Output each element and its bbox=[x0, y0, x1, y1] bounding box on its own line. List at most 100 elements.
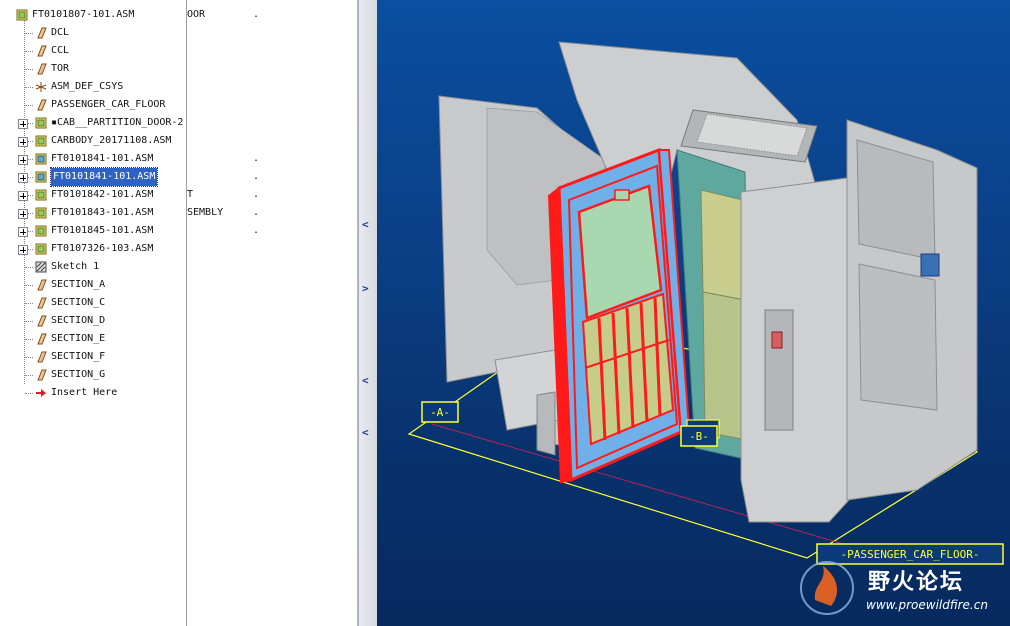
datum-plane-icon bbox=[35, 99, 47, 111]
cab-interior-panel bbox=[702, 291, 748, 441]
collapse-left-arrow-icon[interactable]: < bbox=[362, 374, 369, 387]
expand-right-arrow-icon[interactable]: > bbox=[362, 282, 369, 295]
datum-plane-icon bbox=[35, 315, 47, 327]
assembly-icon bbox=[35, 117, 47, 129]
model-tree-columns: OOR... T. SEMBLY.. bbox=[187, 0, 358, 626]
tree-item-label: SECTION_D bbox=[51, 315, 106, 326]
datum-plane-icon bbox=[35, 369, 47, 381]
tree-item[interactable]: Sketch 1 bbox=[0, 258, 186, 276]
watermark-url: www.proewildfire.cn bbox=[866, 598, 988, 612]
tree-item-label: FT0101841-101.ASM bbox=[49, 167, 159, 187]
datum-tag-a[interactable]: -A- bbox=[421, 401, 459, 423]
tree-column-cell: . bbox=[253, 171, 260, 182]
tree-item[interactable]: FT0101842-101.ASM bbox=[0, 186, 186, 204]
tree-item[interactable]: PASSENGER_CAR_FLOOR bbox=[0, 96, 186, 114]
expand-icon[interactable] bbox=[18, 119, 28, 129]
assembly-icon bbox=[35, 243, 47, 255]
tree-item[interactable]: SECTION_C bbox=[0, 294, 186, 312]
expand-icon[interactable] bbox=[18, 155, 28, 165]
tree-item-selected[interactable]: FT0101841-101.ASM bbox=[0, 167, 186, 187]
assembly-icon bbox=[35, 189, 47, 201]
tree-item[interactable]: ASM_DEF_CSYS bbox=[0, 78, 186, 96]
tree-column-cell: . bbox=[253, 225, 260, 236]
datum-label-a: -A- bbox=[430, 406, 450, 419]
csys-icon bbox=[35, 81, 47, 93]
expand-icon[interactable] bbox=[18, 227, 28, 237]
tree-item[interactable]: SECTION_D bbox=[0, 312, 186, 330]
expand-icon[interactable] bbox=[18, 245, 28, 255]
tree-item-label: FT0101842-101.ASM bbox=[51, 189, 154, 200]
datum-plane-icon bbox=[35, 351, 47, 363]
tree-item[interactable]: FT0101841-101.ASM bbox=[0, 150, 186, 168]
assembly-variant-icon bbox=[35, 153, 47, 165]
assembly-icon bbox=[35, 225, 47, 237]
tree-column-cell: . bbox=[253, 153, 260, 164]
datum-plane-icon bbox=[35, 333, 47, 345]
tree-item[interactable]: DCL bbox=[0, 24, 186, 42]
tree-item-label: PASSENGER_CAR_FLOOR bbox=[51, 99, 166, 110]
tree-item-label: FT0101843-101.ASM bbox=[51, 207, 154, 218]
tree-item[interactable]: SECTION_F bbox=[0, 348, 186, 366]
tree-item-label: FT0107326-103.ASM bbox=[51, 243, 154, 254]
tree-item[interactable]: FT0101845-101.ASM bbox=[0, 222, 186, 240]
tree-column-cell: SEMBLY bbox=[187, 207, 224, 218]
tree-item-label: SECTION_A bbox=[51, 279, 106, 290]
tree-item[interactable]: TOR bbox=[0, 60, 186, 78]
tree-column-cell: . bbox=[253, 189, 260, 200]
datum-plane-icon bbox=[35, 297, 47, 309]
panel-splitter[interactable]: < > < < bbox=[358, 0, 377, 626]
tree-item-label: SECTION_C bbox=[51, 297, 106, 308]
emergency-handle bbox=[771, 331, 783, 349]
tree-item[interactable]: ▪CAB__PARTITION_DOOR-2 bbox=[0, 114, 186, 132]
expand-icon[interactable] bbox=[18, 191, 28, 201]
tree-item-label: FT0101841-101.ASM bbox=[51, 153, 154, 164]
expand-icon[interactable] bbox=[18, 137, 28, 147]
tree-column-cell: . bbox=[253, 9, 260, 20]
assembly-icon bbox=[35, 135, 47, 147]
tree-root-item[interactable]: FT0101807-101.ASM bbox=[0, 6, 186, 24]
tree-item-label: Insert Here bbox=[51, 387, 118, 398]
left-lower-panel bbox=[536, 391, 556, 456]
tree-item[interactable]: CCL bbox=[0, 42, 186, 60]
tree-item-label: CCL bbox=[51, 45, 70, 56]
right-wall-panel bbox=[858, 263, 938, 411]
tree-item[interactable]: SECTION_A bbox=[0, 276, 186, 294]
tree-item-label: FT0101807-101.ASM bbox=[32, 9, 135, 20]
tree-column-cell: OOR bbox=[187, 9, 206, 20]
tree-item-label: FT0101845-101.ASM bbox=[51, 225, 154, 236]
tree-item-label: DCL bbox=[51, 27, 70, 38]
collapse-left-arrow-icon[interactable]: < bbox=[362, 426, 369, 439]
tree-item[interactable]: FT0107326-103.ASM bbox=[0, 240, 186, 258]
graphics-viewport[interactable]: -A- -B- -PASSENGER_CAR_FLOOR- bbox=[377, 0, 1010, 626]
tree-item[interactable]: SECTION_G bbox=[0, 366, 186, 384]
assembly-3d-model[interactable]: -A- -B- -PASSENGER_CAR_FLOOR- bbox=[377, 0, 1010, 626]
sketch-icon bbox=[35, 261, 47, 273]
datum-label-floor: -PASSENGER_CAR_FLOOR- bbox=[840, 548, 979, 561]
selected-door-assembly[interactable] bbox=[547, 147, 691, 484]
right-front-wall bbox=[740, 177, 850, 523]
assembly-icon bbox=[16, 9, 28, 21]
tree-item[interactable]: SECTION_E bbox=[0, 330, 186, 348]
collapse-left-arrow-icon[interactable]: < bbox=[362, 218, 369, 231]
tree-item[interactable]: FT0101843-101.ASM bbox=[0, 204, 186, 222]
tree-column-cell: . bbox=[253, 207, 260, 218]
datum-tag-b[interactable]: -B- bbox=[680, 419, 720, 447]
tree-item-label: CARBODY_20171108.ASM bbox=[51, 135, 172, 146]
assembly-icon bbox=[35, 207, 47, 219]
tree-item[interactable]: CARBODY_20171108.ASM bbox=[0, 132, 186, 150]
datum-label-b: -B- bbox=[689, 430, 709, 443]
tree-item-label: TOR bbox=[51, 63, 70, 74]
door-handle-plate bbox=[614, 189, 630, 201]
watermark-title: 野火论坛 bbox=[868, 570, 965, 595]
tree-item-label: ▪CAB__PARTITION_DOOR-2 bbox=[51, 117, 184, 128]
tree-item[interactable]: Insert Here bbox=[0, 384, 186, 402]
tree-column-cell: T bbox=[187, 189, 194, 200]
expand-icon[interactable] bbox=[18, 173, 28, 183]
model-tree-panel: FT0101807-101.ASM DCL CCL TOR ASM_DEF_CSYS PA… bbox=[0, 0, 187, 626]
door-frame-post bbox=[764, 309, 794, 431]
expand-icon[interactable] bbox=[18, 209, 28, 219]
cab-interior-panel bbox=[700, 189, 746, 301]
datum-tag-floor[interactable]: -PASSENGER_CAR_FLOOR- bbox=[816, 543, 1004, 565]
tree-item-label: Sketch 1 bbox=[51, 261, 100, 272]
datum-plane-icon bbox=[35, 27, 47, 39]
